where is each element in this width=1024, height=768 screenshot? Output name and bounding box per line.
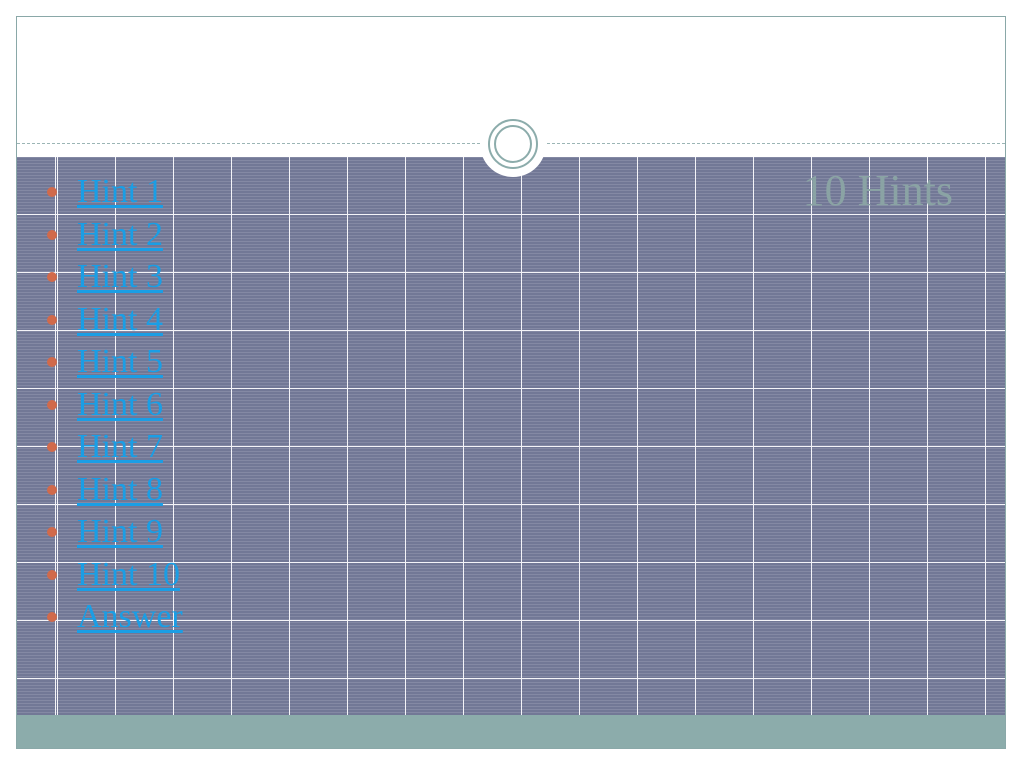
list-item: Hint 1: [43, 171, 183, 214]
ring-ornament-icon: [480, 111, 546, 177]
hint-5-link[interactable]: Hint 5: [77, 343, 163, 380]
list-item: Hint 4: [43, 299, 183, 342]
list-item: Hint 7: [43, 426, 183, 469]
hint-4-link[interactable]: Hint 4: [77, 301, 163, 338]
slide-footer-band: [17, 715, 1005, 748]
list-item: Hint 2: [43, 214, 183, 257]
list-item: Hint 10: [43, 554, 183, 597]
bullet-icon: [47, 484, 57, 495]
bullet-icon: [47, 612, 57, 622]
bullet-icon: [47, 357, 57, 367]
hint-9-link[interactable]: Hint 9: [77, 513, 163, 550]
hint-1-link[interactable]: Hint 1: [77, 173, 163, 210]
list-item: Hint 5: [43, 341, 183, 384]
hint-10-link[interactable]: Hint 10: [77, 556, 180, 593]
bullet-icon: [47, 569, 57, 580]
bullet-icon: [47, 229, 57, 240]
hint-3-link[interactable]: Hint 3: [77, 258, 163, 295]
list-item: Answer: [43, 596, 183, 639]
bullet-icon: [47, 187, 57, 197]
bullet-icon: [47, 399, 57, 410]
slide-title: 10 Hints: [802, 166, 953, 215]
hint-list: Hint 1 Hint 2 Hint 3 Hint 4 Hint 5 Hint …: [43, 171, 183, 639]
hint-7-link[interactable]: Hint 7: [77, 428, 163, 465]
list-item: Hint 3: [43, 256, 183, 299]
bullet-icon: [47, 314, 57, 325]
bullet-icon: [47, 442, 57, 452]
answer-link[interactable]: Answer: [77, 598, 183, 635]
bullet-icon: [47, 527, 57, 537]
bullet-icon: [47, 272, 57, 282]
list-item: Hint 6: [43, 384, 183, 427]
slide: 10 Hints Hint 1 Hint 2 Hint 3 Hint 4 Hin…: [16, 16, 1006, 749]
hint-8-link[interactable]: Hint 8: [77, 471, 163, 508]
list-item: Hint 9: [43, 511, 183, 554]
hint-2-link[interactable]: Hint 2: [77, 216, 163, 253]
list-item: Hint 8: [43, 469, 183, 512]
hint-6-link[interactable]: Hint 6: [77, 386, 163, 423]
